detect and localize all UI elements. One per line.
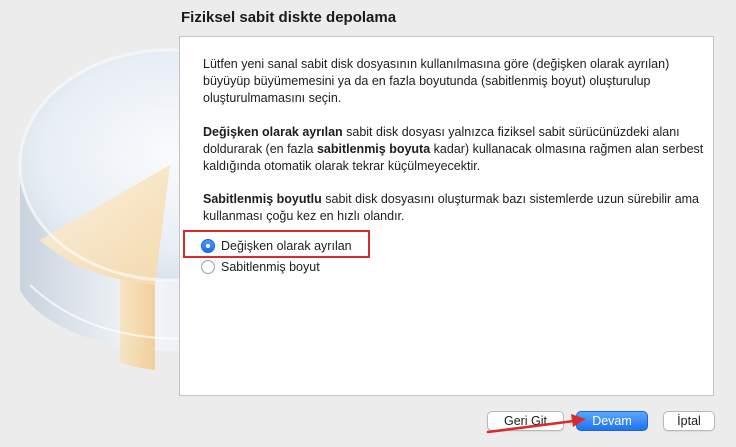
radio-dynamic-label: Değişken olarak ayrılan [221, 239, 352, 253]
radio-fixed-size[interactable]: Sabitlenmiş boyut [201, 258, 320, 276]
radio-unselected-icon[interactable] [201, 260, 215, 274]
next-button[interactable]: Devam [576, 411, 648, 431]
page-title: Fiziksel sabit diskte depolama [181, 9, 397, 26]
fixed-term: Sabitlenmiş boyutlu [203, 192, 322, 206]
cancel-button[interactable]: İptal [663, 411, 715, 431]
radio-dynamic-allocated[interactable]: Değişken olarak ayrılan [201, 237, 352, 255]
fixed-size-term: sabitlenmiş boyuta [316, 142, 431, 156]
radio-fixed-label: Sabitlenmiş boyut [221, 260, 320, 274]
radio-selected-icon[interactable] [201, 239, 215, 253]
intro-paragraph: Lütfen yeni sanal sabit disk dosyasının … [203, 57, 670, 105]
dynamic-description: Değişken olarak ayrılan sabit disk dosya… [203, 124, 708, 175]
back-button[interactable]: Geri Git [487, 411, 564, 431]
dynamic-term: Değişken olarak ayrılan [203, 125, 343, 139]
fixed-description: Sabitlenmiş boyutlu sabit disk dosyasını… [203, 191, 708, 225]
content-panel: Lütfen yeni sanal sabit disk dosyasının … [179, 36, 714, 396]
